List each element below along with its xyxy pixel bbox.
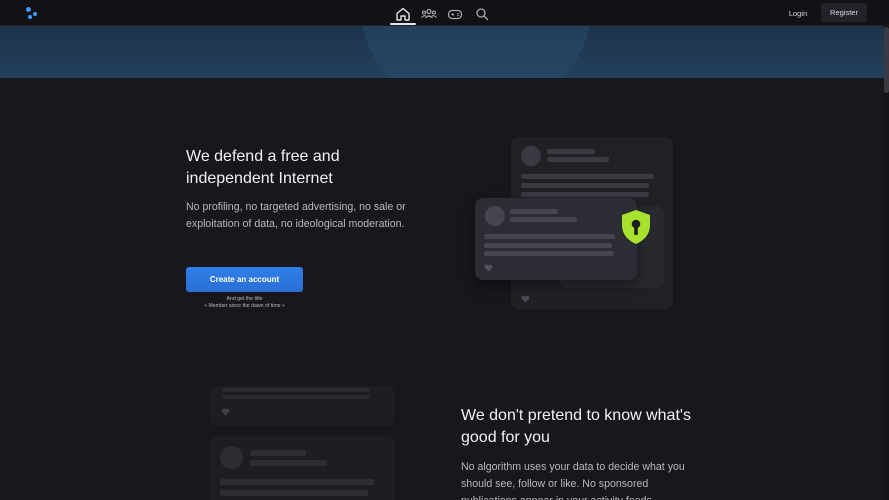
main-nav: [0, 5, 889, 23]
cta-note-title: « Member since the dawn of time »: [204, 303, 285, 309]
register-button[interactable]: Register: [821, 3, 867, 22]
section-description: No profiling, no targeted advertising, n…: [186, 201, 406, 230]
gamepad-icon[interactable]: [446, 5, 464, 23]
create-account-button[interactable]: Create an account: [186, 267, 303, 292]
section-description-2: No algorithm uses your data to decide wh…: [461, 461, 685, 500]
like-icon: [521, 295, 530, 303]
like-icon: [221, 408, 230, 416]
shield-lock-icon: [622, 210, 650, 244]
groups-icon[interactable]: [420, 5, 438, 23]
hero-banner: [0, 26, 884, 78]
like-icon: [484, 264, 493, 272]
section-title-2: We don't pretend to know what's good for…: [461, 407, 691, 446]
cta-note: And get the title « Member since the daw…: [186, 296, 303, 310]
scrollbar-thumb[interactable]: [884, 27, 889, 93]
post-card-front: [475, 198, 637, 280]
post-card-top: [210, 386, 395, 426]
scrollbar-track[interactable]: [884, 26, 889, 500]
login-button[interactable]: Login: [780, 4, 816, 22]
active-tab-indicator: [390, 23, 416, 25]
home-icon[interactable]: [394, 5, 412, 23]
section-title: We defend a free and independent Interne…: [186, 148, 340, 187]
top-navigation-bar: Login Register: [0, 0, 889, 26]
post-card-bottom: [210, 436, 395, 500]
search-icon[interactable]: [473, 5, 491, 23]
banner-decoration: [360, 26, 592, 78]
cta-note-line: And get the title: [226, 296, 263, 302]
